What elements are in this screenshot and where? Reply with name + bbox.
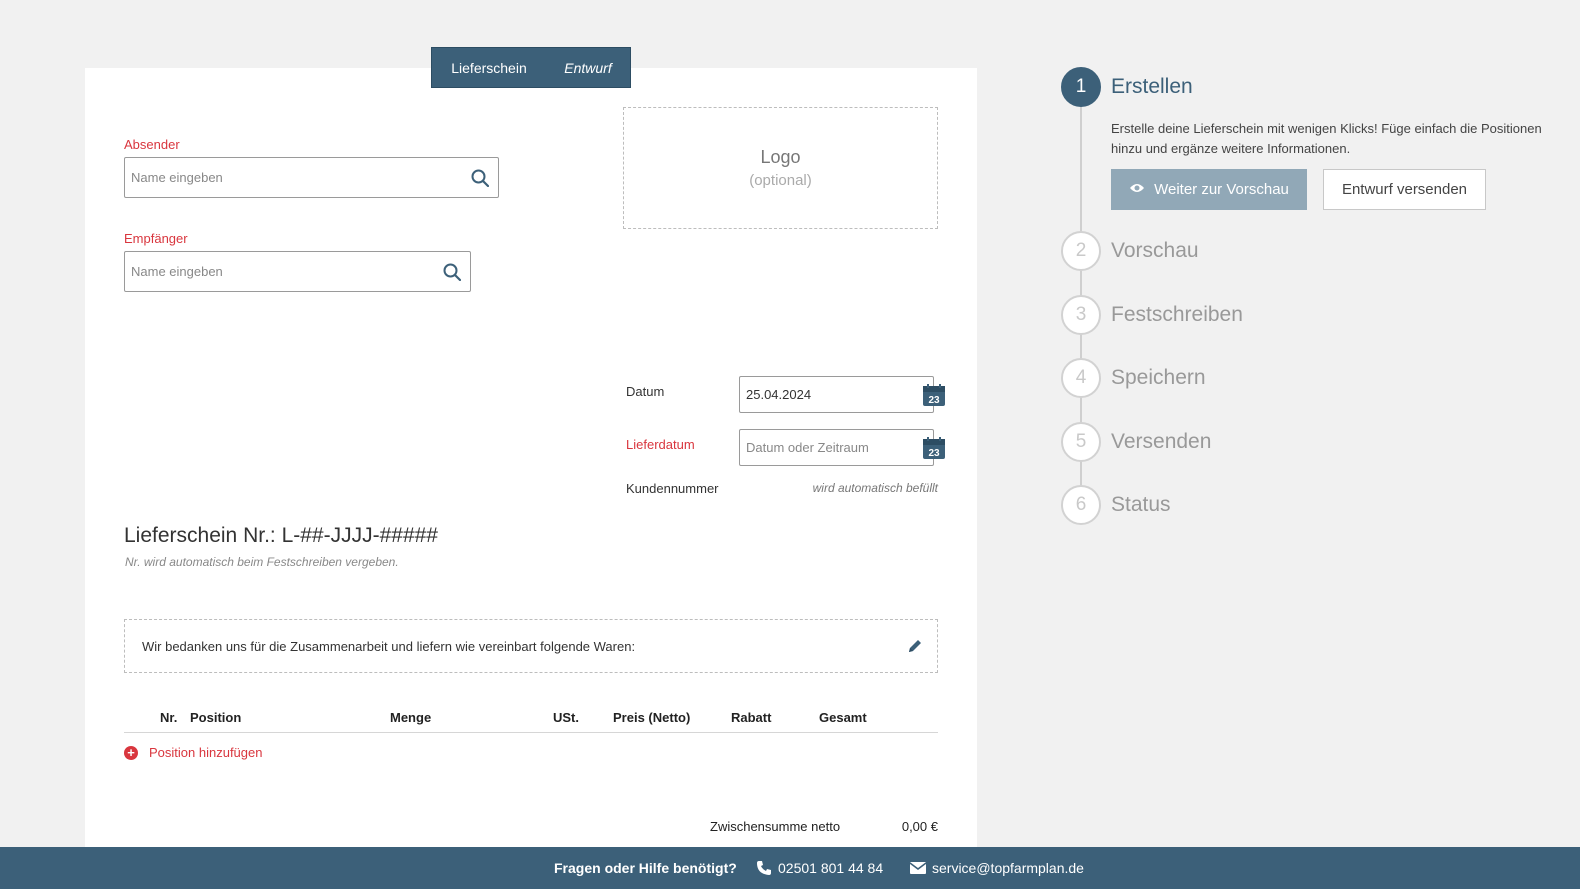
add-position-label: Position hinzufügen <box>149 745 263 760</box>
date-label: Datum <box>626 384 665 399</box>
customer-number-value: wird automatisch befüllt <box>812 481 938 495</box>
step-number: 6 <box>1061 485 1101 525</box>
step-number: 3 <box>1061 295 1101 335</box>
document-number-note: Nr. wird automatisch beim Festschreiben … <box>125 555 399 569</box>
phone-number: 02501 801 44 84 <box>778 860 884 876</box>
preview-button[interactable]: Weiter zur Vorschau <box>1111 169 1307 210</box>
step-number: 2 <box>1061 231 1101 271</box>
phone-link[interactable]: 02501 801 44 84 <box>756 860 883 876</box>
column-header-discount: Rabatt <box>731 710 772 725</box>
step-number: 5 <box>1061 422 1101 462</box>
document-title: Lieferschein Nr.: L-##-JJJJ-##### <box>124 524 438 547</box>
document-type-header: Lieferschein Entwurf <box>431 47 631 88</box>
step-name: Erstellen <box>1111 75 1193 98</box>
step-name: Vorschau <box>1111 239 1199 262</box>
step-status[interactable]: 6 Status <box>1061 485 1171 525</box>
document-status-label: Entwurf <box>564 59 612 76</box>
subtotal-label: Zwischensumme netto <box>710 819 841 834</box>
envelope-icon <box>910 862 926 874</box>
logo-subtitle: (optional) <box>749 172 812 189</box>
customer-number-label: Kundennummer <box>626 481 719 496</box>
pencil-icon[interactable] <box>907 638 923 657</box>
column-header-total: Gesamt <box>819 710 867 725</box>
column-header-vat: USt. <box>553 710 579 725</box>
intro-text: Wir bedanken uns für die Zusammenarbeit … <box>142 638 636 654</box>
recipient-label: Empfänger <box>124 231 188 246</box>
sender-field[interactable] <box>124 157 499 198</box>
step-versenden[interactable]: 5 Versenden <box>1061 422 1211 462</box>
email-link[interactable]: service@topfarmplan.de <box>910 860 1084 876</box>
column-header-price: Preis (Netto) <box>613 710 691 725</box>
search-icon[interactable] <box>434 252 470 291</box>
eye-icon <box>1129 181 1145 198</box>
plus-circle-icon: + <box>124 745 138 760</box>
column-header-quantity: Menge <box>390 710 432 725</box>
document-type-label: Lieferschein <box>451 59 527 76</box>
calendar-day: 23 <box>928 448 940 459</box>
step-name: Festschreiben <box>1111 303 1243 326</box>
date-input[interactable] <box>740 377 922 412</box>
step-festschreiben[interactable]: 3 Festschreiben <box>1061 295 1243 335</box>
step-name: Versenden <box>1111 430 1212 453</box>
phone-icon <box>756 860 772 876</box>
help-footer: Fragen oder Hilfe benötigt? 02501 801 44… <box>0 847 1580 889</box>
delivery-date-input[interactable] <box>740 430 922 465</box>
search-icon[interactable] <box>462 158 498 197</box>
logo-upload-area[interactable]: Logo (optional) <box>623 107 938 229</box>
step-number: 4 <box>1061 358 1101 398</box>
subtotal-value: 0,00 € <box>901 819 938 834</box>
sender-label: Absender <box>124 137 180 152</box>
step-number: 1 <box>1061 67 1101 107</box>
step-name: Status <box>1111 493 1171 516</box>
help-question: Fragen oder Hilfe benötigt? <box>554 860 737 876</box>
step-vorschau[interactable]: 2 Vorschau <box>1061 231 1199 271</box>
calendar-day: 23 <box>928 395 940 406</box>
calendar-icon[interactable]: 23 <box>922 430 946 465</box>
step-speichern[interactable]: 4 Speichern <box>1061 358 1206 398</box>
recipient-input[interactable] <box>125 252 434 291</box>
step-name: Speichern <box>1111 366 1206 389</box>
column-header-position: Position <box>190 710 242 725</box>
recipient-field[interactable] <box>124 251 471 292</box>
send-draft-button[interactable]: Entwurf versenden <box>1323 169 1486 210</box>
column-header-nr: Nr. <box>160 710 178 725</box>
email-address: service@topfarmplan.de <box>932 860 1084 876</box>
calendar-icon[interactable]: 23 <box>922 377 946 412</box>
table-divider <box>124 732 938 733</box>
date-field[interactable]: 23 <box>739 376 945 413</box>
delivery-date-label: Lieferdatum <box>626 437 695 452</box>
logo-title: Logo <box>760 147 801 167</box>
preview-button-label: Weiter zur Vorschau <box>1154 181 1289 198</box>
step-description: Erstelle deine Lieferschein mit wenigen … <box>1111 121 1542 156</box>
intro-text-box[interactable]: Wir bedanken uns für die Zusammenarbeit … <box>124 619 938 673</box>
delivery-date-field[interactable]: 23 <box>739 429 945 466</box>
add-position-button[interactable]: + Position hinzufügen <box>124 745 262 760</box>
step-erstellen[interactable]: 1 Erstellen <box>1061 67 1193 107</box>
sender-input[interactable] <box>125 158 462 197</box>
